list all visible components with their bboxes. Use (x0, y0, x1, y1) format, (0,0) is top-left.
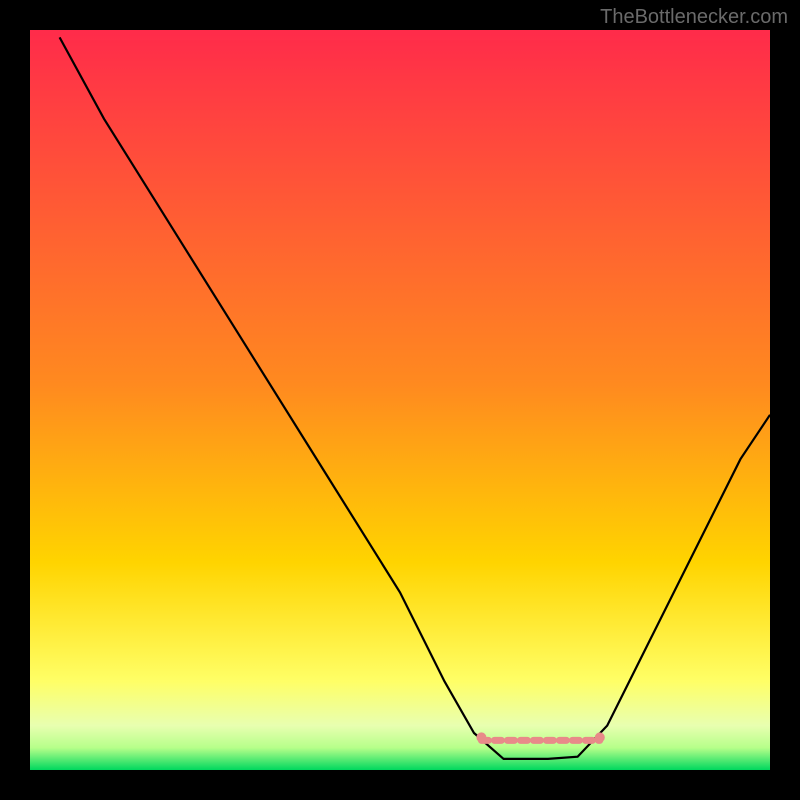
optimal-range-start-dot (476, 732, 486, 742)
bottleneck-chart (30, 30, 770, 770)
watermark-text: TheBottlenecker.com (600, 6, 788, 29)
gradient-bg (30, 30, 770, 770)
optimal-range-end-dot (595, 732, 605, 742)
chart-area (30, 30, 770, 770)
